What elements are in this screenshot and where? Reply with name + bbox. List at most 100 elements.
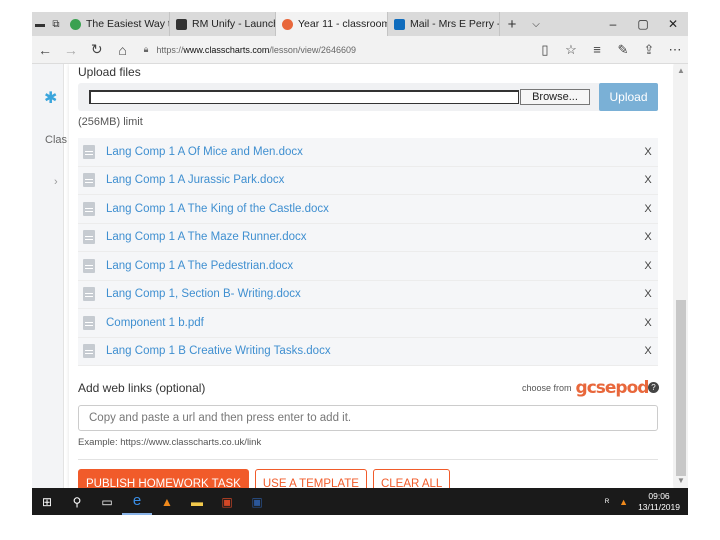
people-icon[interactable]: ᴿ (605, 497, 609, 507)
windows-start-icon[interactable]: ⊞ (32, 488, 62, 515)
windows-taskbar: ⊞ ⚲ ▭ e ▲ ▬ ▣ ▣ ᴿ ▲ 09:06 13/11/2019 (32, 488, 688, 515)
remove-file-button[interactable]: X (638, 203, 658, 215)
file-link[interactable]: Lang Comp 1 A The Pedestrian.docx (106, 260, 638, 272)
use-template-button[interactable]: USE A TEMPLATE (254, 469, 367, 488)
gcsepod-chooser[interactable]: choose from gcsepod (522, 378, 650, 398)
tab-manager-icon[interactable]: ▬ (32, 12, 48, 36)
file-row: Lang Comp 1 B Creative Writing Tasks.doc… (78, 337, 658, 366)
example-link-text: Example: https://www.classcharts.co.uk/l… (78, 437, 262, 448)
help-icon[interactable]: ? (648, 382, 659, 393)
file-row: Lang Comp 1 A The Pedestrian.docx X (78, 252, 658, 281)
url-field[interactable]: 🔒︎ https://www.classcharts.com/lesson/vi… (144, 39, 532, 61)
file-link[interactable]: Component 1 b.pdf (106, 317, 638, 329)
browse-button[interactable]: Browse... (520, 89, 590, 105)
clock-time: 09:06 (648, 490, 670, 501)
homework-modal: Upload files Browse... Upload (256MB) li… (69, 64, 673, 488)
document-icon (83, 230, 95, 245)
scroll-up-icon[interactable]: ▲ (677, 66, 685, 75)
clock[interactable]: 09:06 13/11/2019 (638, 491, 680, 513)
file-row: Lang Comp 1, Section B- Writing.docx X (78, 280, 658, 309)
vlc-tray-icon[interactable]: ▲ (619, 497, 628, 507)
browser-tab-3[interactable]: Year 11 - classroom × (276, 12, 388, 36)
remove-file-button[interactable]: X (638, 317, 658, 329)
file-path-field[interactable] (89, 90, 519, 104)
remove-file-button[interactable]: X (638, 146, 658, 158)
page-scrollbar[interactable]: ▲ ▼ (674, 64, 688, 488)
share-icon[interactable]: ⇪ (636, 42, 662, 58)
web-link-input[interactable]: Copy and paste a url and then press ente… (78, 405, 658, 431)
file-link[interactable]: Lang Comp 1 B Creative Writing Tasks.doc… (106, 345, 638, 357)
lock-icon: 🔒︎ (143, 44, 149, 54)
tab-favicon (70, 18, 81, 30)
close-window-icon[interactable]: ✕ (658, 17, 688, 31)
action-buttons: PUBLISH HOMEWORK TASK USE A TEMPLATE CLE… (78, 469, 451, 488)
browser-tab-1[interactable]: The Easiest Way to Take (64, 12, 170, 36)
upload-row: Browse... Upload (78, 83, 658, 111)
maximize-icon[interactable]: ▢ (628, 17, 658, 31)
new-tab-icon[interactable]: + (500, 16, 524, 33)
window-controls: – ▢ ✕ (598, 17, 688, 31)
remove-file-button[interactable]: X (638, 231, 658, 243)
document-icon (83, 201, 95, 216)
document-icon (83, 258, 95, 273)
url-text: https://www.classcharts.com/lesson/view/… (156, 44, 356, 55)
home-icon[interactable]: ⌂ (110, 42, 136, 58)
file-link[interactable]: Lang Comp 1 A Jurassic Park.docx (106, 174, 638, 186)
document-icon (83, 287, 95, 302)
background-sidebar (32, 64, 64, 488)
favorites-hub-icon[interactable]: ≡ (584, 42, 610, 58)
reading-view-icon[interactable]: ▯ (532, 42, 558, 58)
browser-tab-bar: ▬ ⧉ The Easiest Way to Take RM Unify - L… (32, 12, 688, 36)
forward-icon[interactable]: → (58, 42, 84, 58)
remove-file-button[interactable]: X (638, 174, 658, 186)
file-row: Lang Comp 1 A The Maze Runner.docx X (78, 223, 658, 252)
gcsepod-logo: gcsepod (575, 378, 650, 398)
browser-tab-4[interactable]: Mail - Mrs E Perry - Out (388, 12, 500, 36)
document-icon (83, 144, 95, 159)
browser-actions: ▯ ☆ ≡ ✎ ⇪ ⋯ (532, 42, 688, 58)
document-icon (83, 173, 95, 188)
tab-title: RM Unify - Launch Pad (192, 18, 276, 30)
document-icon (83, 315, 95, 330)
file-row: Lang Comp 1 A Jurassic Park.docx X (78, 166, 658, 195)
tab-preview-icon[interactable]: ⌵ (524, 19, 548, 30)
tab-favicon (394, 18, 405, 30)
clear-all-button[interactable]: CLEAR ALL (372, 469, 451, 488)
tab-favicon (176, 18, 187, 30)
background-label: Clas (45, 134, 68, 146)
file-link[interactable]: Lang Comp 1 A The King of the Castle.doc… (106, 203, 638, 215)
page-content: ✱ Clas › Upload files Browse... Upload (… (32, 64, 688, 488)
vlc-icon[interactable]: ▲ (152, 488, 182, 515)
remove-file-button[interactable]: X (638, 345, 658, 357)
web-notes-icon[interactable]: ✎ (610, 42, 636, 58)
remove-file-button[interactable]: X (638, 260, 658, 272)
file-link[interactable]: Lang Comp 1, Section B- Writing.docx (106, 288, 638, 300)
refresh-icon[interactable]: ↻ (84, 41, 110, 58)
browser-tab-2[interactable]: RM Unify - Launch Pad (170, 12, 276, 36)
task-view-icon[interactable]: ▭ (92, 488, 122, 515)
file-link[interactable]: Lang Comp 1 A The Maze Runner.docx (106, 231, 638, 243)
edge-browser-icon[interactable]: e (122, 488, 152, 515)
tab-title: The Easiest Way to Take (86, 18, 169, 30)
file-explorer-icon[interactable]: ▬ (182, 488, 212, 515)
word-icon[interactable]: ▣ (242, 488, 272, 515)
scroll-down-icon[interactable]: ▼ (677, 476, 685, 485)
file-row: Component 1 b.pdf X (78, 309, 658, 338)
search-icon[interactable]: ⚲ (62, 488, 92, 515)
clock-date: 13/11/2019 (638, 501, 680, 512)
scrollbar-thumb[interactable] (676, 300, 686, 476)
classcharts-logo-icon: ✱ (44, 90, 58, 107)
web-links-heading: Add web links (optional) (78, 381, 206, 395)
back-icon[interactable]: ← (32, 42, 58, 58)
favorite-star-icon[interactable]: ☆ (558, 42, 584, 58)
remove-file-button[interactable]: X (638, 288, 658, 300)
set-aside-tabs-icon[interactable]: ⧉ (48, 12, 64, 36)
publish-homework-button[interactable]: PUBLISH HOMEWORK TASK (78, 469, 249, 488)
more-options-icon[interactable]: ⋯ (662, 42, 688, 58)
document-icon (83, 344, 95, 359)
upload-button[interactable]: Upload (599, 83, 658, 111)
file-link[interactable]: Lang Comp 1 A Of Mice and Men.docx (106, 146, 638, 158)
minimize-icon[interactable]: – (598, 17, 628, 31)
system-tray: ᴿ ▲ 09:06 13/11/2019 (605, 491, 688, 513)
powerpoint-icon[interactable]: ▣ (212, 488, 242, 515)
